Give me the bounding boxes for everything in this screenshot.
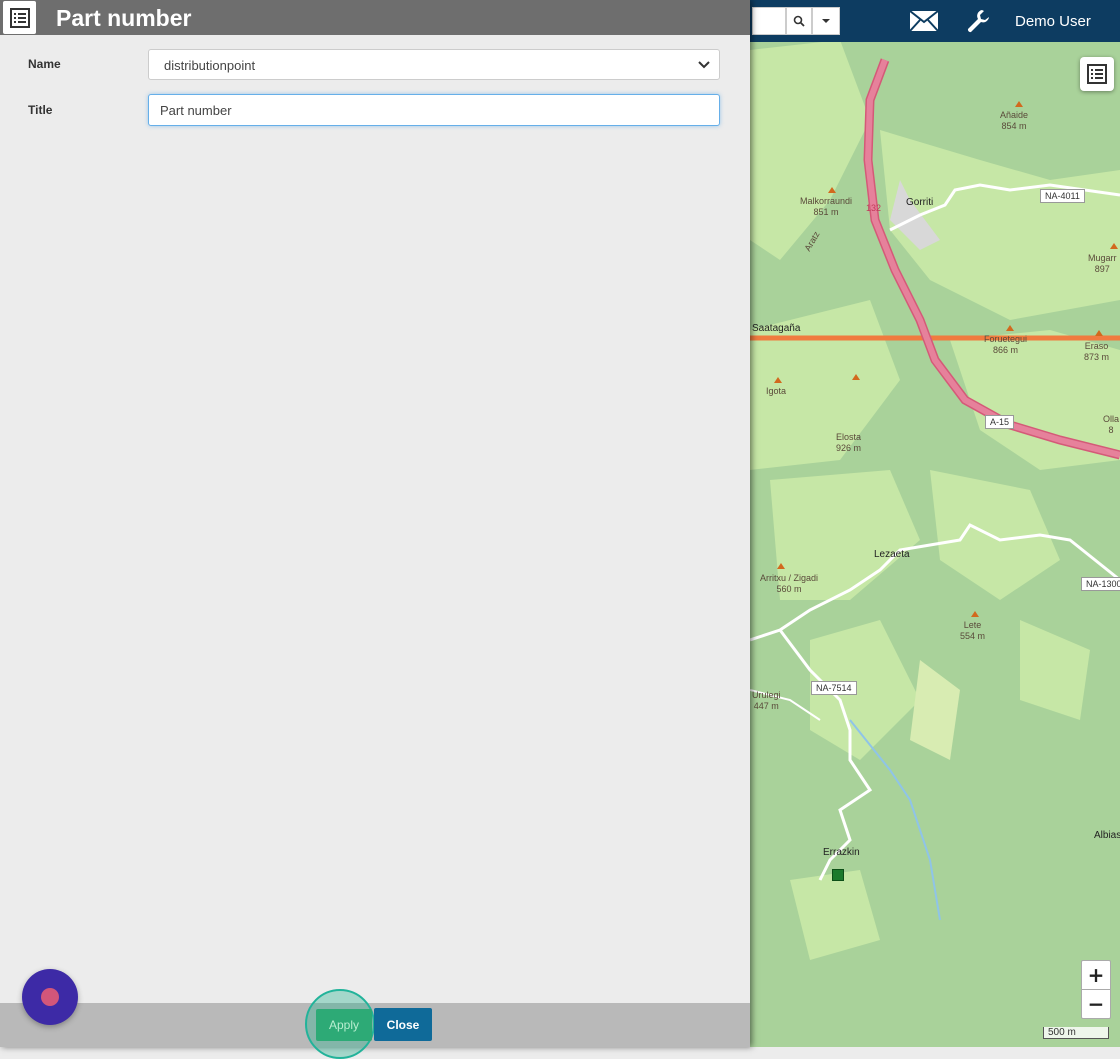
peak-label: Añaide 854 m xyxy=(1000,110,1029,131)
user-menu[interactable]: Demo User xyxy=(1015,13,1091,30)
road-shield: NA-1300 xyxy=(1081,577,1120,591)
search-input[interactable] xyxy=(752,7,786,35)
close-button[interactable]: Close xyxy=(374,1008,432,1041)
peak-icon xyxy=(852,374,860,380)
title-label: Title xyxy=(28,103,53,117)
zoom-out-button[interactable]: − xyxy=(1082,990,1110,1018)
list-icon xyxy=(1087,64,1107,84)
town-label: Lezaeta xyxy=(874,549,910,560)
list-icon xyxy=(3,1,36,34)
peak-label: Foruetegui 866 m xyxy=(984,334,1028,355)
peak-label: Mugarr 897 xyxy=(1088,253,1117,274)
peak-label: Olla 8 xyxy=(1103,414,1120,435)
town-label: Gorriti xyxy=(906,197,934,208)
scale-bar: 500 m xyxy=(1043,1027,1109,1039)
peak-label: Arritxu / Zigadi 560 m xyxy=(760,573,819,594)
peak-icon xyxy=(1110,243,1118,249)
peak-icon xyxy=(971,611,979,617)
name-select-value: distributionpoint xyxy=(164,58,256,73)
name-select[interactable]: distributionpoint xyxy=(148,49,720,80)
peak-icon xyxy=(1006,325,1014,331)
name-label: Name xyxy=(28,57,61,71)
apply-button[interactable]: Apply xyxy=(316,1009,372,1041)
record-dot-icon xyxy=(41,988,59,1006)
town-label: Albias xyxy=(1094,830,1120,841)
edit-panel: Part number Name distributionpoint Title… xyxy=(0,0,750,1059)
peak-icon xyxy=(1095,330,1103,336)
search-button[interactable] xyxy=(786,7,812,35)
peak-icon xyxy=(1015,101,1023,107)
town-label: Saatagaña xyxy=(752,323,801,334)
peak-label: Elosta 926 m xyxy=(836,432,862,453)
peak-label: Eraso 873 m xyxy=(1084,341,1110,362)
peak-label: Igota xyxy=(766,386,787,396)
peak-icon xyxy=(774,377,782,383)
wrench-icon[interactable] xyxy=(965,8,991,39)
road-shield: A-15 xyxy=(985,415,1015,429)
mail-icon[interactable] xyxy=(909,9,939,38)
town-label: Errazkin xyxy=(823,847,860,858)
panel-title: Part number xyxy=(56,5,192,31)
map-marker[interactable] xyxy=(832,869,844,881)
map-terrain xyxy=(750,40,1120,960)
peak-icon xyxy=(777,563,785,569)
floating-action-button[interactable] xyxy=(22,969,78,1025)
road-shield: NA-4011 xyxy=(1040,189,1085,203)
panel-header: Part number xyxy=(0,0,750,35)
zoom-control: + − xyxy=(1081,960,1111,1019)
road-shield: NA-7514 xyxy=(811,681,857,695)
layer-list-button[interactable] xyxy=(1080,57,1114,91)
peak-label: Lete 554 m xyxy=(960,620,986,641)
road-number-label: 132 xyxy=(866,203,882,213)
map-view[interactable]: Añaide 854 m Malkorraundi 851 m Mugarr 897 … xyxy=(750,0,1120,1047)
peak-icon xyxy=(828,187,836,193)
chevron-down-icon xyxy=(698,61,710,69)
title-input[interactable] xyxy=(148,94,720,126)
zoom-in-button[interactable]: + xyxy=(1082,961,1110,990)
search-icon xyxy=(793,15,805,27)
caret-down-icon xyxy=(822,19,830,23)
peak-label: Urulegi 447 m xyxy=(752,690,781,711)
search-dropdown-button[interactable] xyxy=(812,7,840,35)
peak-label: Malkorraundi 851 m xyxy=(800,196,853,217)
